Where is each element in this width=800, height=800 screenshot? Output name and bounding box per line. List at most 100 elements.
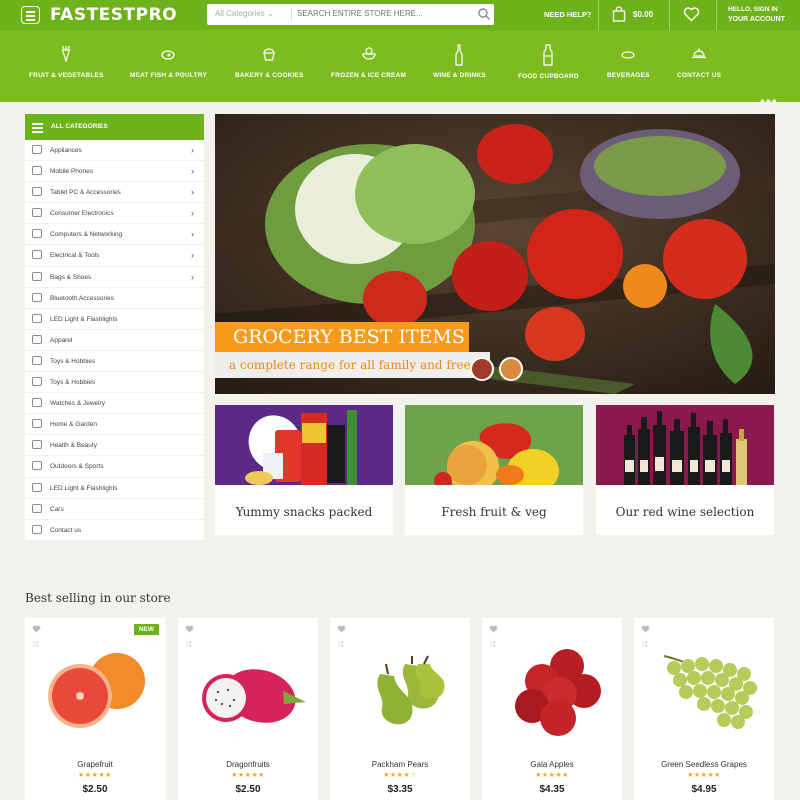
sidebar-item[interactable]: Mobile Phones › <box>25 161 204 183</box>
nav-item-meat-fish-poultry[interactable]: MEAT FISH & POULTRY <box>130 44 207 79</box>
heart-icon[interactable] <box>683 7 700 22</box>
nav-item-bakery-cookies[interactable]: BAKERY & COOKIES <box>235 44 304 79</box>
main-nav: FRUIT & VEGETABLES MEAT FISH & POULTRY B… <box>0 30 800 109</box>
promo-caption: Yummy snacks packed <box>235 505 373 519</box>
sidebar-item-label: Toys & Hobbies <box>50 379 96 387</box>
category-icon <box>32 524 42 534</box>
cupcake-icon <box>263 48 276 61</box>
divider <box>598 0 599 30</box>
sidebar-item[interactable]: Bags & Shoes › <box>25 267 204 288</box>
sidebar-item[interactable]: LED Light & Flashlights <box>25 478 204 499</box>
cup-icon <box>621 51 635 59</box>
category-icon <box>32 355 42 365</box>
sidebar-item[interactable]: Contact us <box>25 520 204 541</box>
nav-item-contact-us[interactable]: CONTACT US <box>677 44 721 79</box>
account-greeting: HELLO, SIGN IN <box>728 6 778 13</box>
chevron-right-icon: › <box>191 271 194 282</box>
shopping-bag-icon <box>612 6 626 22</box>
promo-card-red-wine[interactable]: Our red wine selection <box>596 405 774 535</box>
nav-label: MEAT FISH & POULTRY <box>130 72 207 79</box>
product-card-green-seedless-grapes[interactable]: ⤨ Green Seedless Grapes ★★★★★ $4.95 <box>634 618 774 800</box>
sidebar-item[interactable]: Cars <box>25 499 204 520</box>
sidebar-item[interactable]: Consumer Electronics › <box>25 203 204 225</box>
sidebar-item[interactable]: Computers & Networking › <box>25 224 204 246</box>
slider-thumb-1[interactable] <box>470 357 494 381</box>
sidebar-item[interactable]: Toys & Hobbies <box>25 351 204 373</box>
nav-label: CONTACT US <box>677 72 722 79</box>
product-name[interactable]: Packham Pears <box>330 760 470 769</box>
nav-item-wine-drinks[interactable]: WINE & DRINKS <box>433 44 486 79</box>
all-categories-header[interactable]: ALL CATEGORIES <box>25 114 204 140</box>
category-icon <box>32 334 42 344</box>
nav-item-frozen-ice-cream[interactable]: FROZEN & ICE CREAM <box>331 44 406 79</box>
all-categories-label: ALL CATEGORIES <box>51 123 108 130</box>
sidebar-item[interactable]: Tablet PC & Accessories › <box>25 182 204 204</box>
slider-thumb-2[interactable] <box>499 357 523 381</box>
sidebar-item-label: Contact us <box>50 526 82 534</box>
nav-item-beverages[interactable]: BEVERAGES <box>607 44 650 79</box>
category-icon <box>32 377 42 387</box>
more-menu-button[interactable]: ••• <box>760 93 778 109</box>
sidebar-item[interactable]: Outdoors & Sports <box>25 456 204 478</box>
nav-item-food-cupboard[interactable]: FOOD CUPBOARD <box>518 44 579 80</box>
grapes-image <box>663 655 757 729</box>
hero-banner[interactable]: GROCERY BEST ITEMS a complete range for … <box>215 114 775 394</box>
product-card-gala-apples[interactable]: ⤨ Gala Apples ★★★★★ $4.35 <box>482 618 622 800</box>
sidebar-item-label: Outdoors & Sports <box>50 463 104 471</box>
heart-icon[interactable] <box>641 625 650 633</box>
category-icon <box>32 292 42 302</box>
search-category-select[interactable]: All Categories ⌄ <box>215 9 274 18</box>
cart-button[interactable]: $0.00 <box>612 6 662 24</box>
hero-subtitle: a complete range for all family and free… <box>215 352 490 378</box>
search-icon[interactable] <box>477 7 491 21</box>
sidebar-item[interactable]: Home & Garden <box>25 414 204 436</box>
heart-icon[interactable] <box>489 625 498 633</box>
category-icon <box>32 250 42 260</box>
product-name[interactable]: Gala Apples <box>482 760 622 769</box>
sidebar-item[interactable]: Appliances › <box>25 140 204 162</box>
sidebar-item-label: Bluetooth Accessories <box>50 294 114 302</box>
nav-label: BEVERAGES <box>607 72 650 79</box>
heart-icon[interactable] <box>185 625 194 633</box>
sidebar-item[interactable]: LED Light & Flashlights <box>25 309 204 330</box>
need-help-link[interactable]: NEED HELP? <box>544 10 592 19</box>
product-price: $2.50 <box>235 784 261 795</box>
heart-icon[interactable] <box>337 625 346 633</box>
jar-icon <box>543 44 553 66</box>
sidebar-item[interactable]: Watches & Jewelry <box>25 393 204 415</box>
sidebar-item[interactable]: Health & Beauty <box>25 435 204 457</box>
dragonfruit-image <box>202 669 306 723</box>
account-link[interactable]: HELLO, SIGN IN YOUR ACCOUNT <box>728 5 785 25</box>
product-name[interactable]: Dragonfruits <box>178 760 318 769</box>
nav-item-fruit-vegetables[interactable]: FRUIT & VEGETABLES <box>29 44 104 79</box>
carrot-icon <box>61 45 71 62</box>
product-card-grapefruit[interactable]: ⤨ NEW Grapefruit ★★★★★ $2.50 <box>25 618 165 800</box>
sidebar-item-label: Computers & Networking <box>50 231 123 239</box>
new-badge: NEW <box>133 624 159 635</box>
chevron-right-icon: › <box>191 166 194 177</box>
top-bar: FASTESTPRO All Categories ⌄ NEED HELP? $… <box>0 0 800 30</box>
promo-card-fruit-veg[interactable]: Fresh fruit & veg <box>405 405 583 535</box>
sidebar-item[interactable]: Electrical & Tools › <box>25 245 204 267</box>
category-icon <box>32 503 42 513</box>
bottle-icon <box>455 44 463 66</box>
sidebar-item[interactable]: Apparel <box>25 330 204 351</box>
product-card-dragonfruits[interactable]: ⤨ Dragonfruits ★★★★★ $2.50 <box>178 618 318 800</box>
sidebar-item[interactable]: Bluetooth Accessories <box>25 288 204 309</box>
promo-card-snacks[interactable]: Yummy snacks packed <box>215 405 393 535</box>
category-icon <box>32 461 42 471</box>
product-price: $4.35 <box>539 784 565 795</box>
search-input[interactable] <box>297 9 472 18</box>
logo[interactable]: FASTESTPRO <box>50 5 177 25</box>
sidebar-item-label: Electrical & Tools <box>50 252 100 260</box>
category-icon <box>32 187 42 197</box>
product-card-packham-pears[interactable]: ⤨ Packham Pears ★★★★☆ $3.35 <box>330 618 470 800</box>
product-name[interactable]: Green Seedless Grapes <box>634 760 774 769</box>
sidebar-item-label: Tablet PC & Accessories <box>50 189 121 197</box>
product-name[interactable]: Grapefruit <box>25 760 165 769</box>
promo-caption: Our red wine selection <box>615 505 755 519</box>
sidebar-item[interactable]: Toys & Hobbies <box>25 372 204 394</box>
menu-icon[interactable] <box>21 6 40 24</box>
search-bar: All Categories ⌄ <box>207 4 494 25</box>
heart-icon[interactable] <box>32 625 41 633</box>
